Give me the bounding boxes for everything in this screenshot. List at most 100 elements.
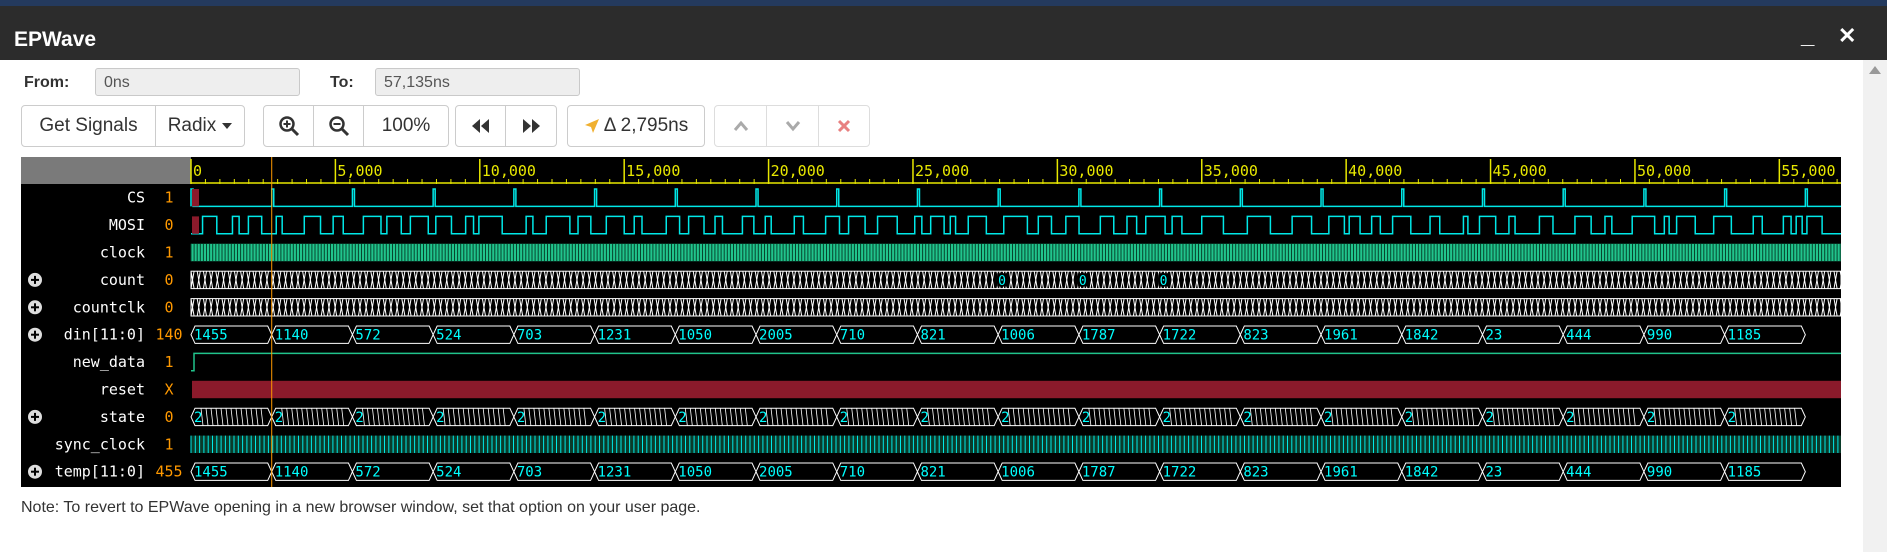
rewind-icon xyxy=(471,119,489,133)
bus-value-label: 1787 xyxy=(1082,328,1116,344)
waveform-reset[interactable] xyxy=(192,380,1841,399)
fast-forward-icon xyxy=(523,119,540,133)
bus-value-label: 703 xyxy=(517,465,542,481)
rewind-button[interactable] xyxy=(456,106,506,146)
signals-button-group: Get Signals Radix xyxy=(21,105,245,147)
bus-value-label: 1006 xyxy=(1001,328,1035,344)
count-value-label: 0 xyxy=(1079,274,1087,289)
bus-value-label: 2 xyxy=(1405,410,1413,426)
zoom-out-icon xyxy=(328,116,349,137)
bus-value-label: 1006 xyxy=(1001,465,1035,481)
bus-value-label: 2 xyxy=(436,410,444,426)
bus-value-label: 1787 xyxy=(1082,465,1116,481)
signal-name-new_data: new_data xyxy=(73,353,145,371)
bus-value-label: 1185 xyxy=(1728,328,1762,344)
fast-forward-button[interactable] xyxy=(506,106,556,146)
nav-button-group xyxy=(455,105,557,147)
zoom-button-group: 100% xyxy=(263,105,449,147)
marker-down-button[interactable] xyxy=(767,106,819,146)
count-value-label: 0 xyxy=(1160,274,1168,289)
bus-value-label: 990 xyxy=(1647,465,1672,481)
bus-value-label: 990 xyxy=(1647,328,1672,344)
time-ruler[interactable] xyxy=(191,157,1841,184)
marker-up-button[interactable] xyxy=(715,106,767,146)
bus-value-label: 572 xyxy=(355,465,380,481)
count-value-label: 0 xyxy=(998,274,1006,289)
signal-value-new_data: 1 xyxy=(164,353,173,371)
bus-value-label: 1961 xyxy=(1324,328,1358,344)
bus-value-label: 23 xyxy=(1485,465,1502,481)
bus-value-label: 2005 xyxy=(759,328,793,344)
bus-value-label: 2 xyxy=(759,410,767,426)
bus-value-label: 1050 xyxy=(678,328,712,344)
waveform-initial-x xyxy=(192,189,199,207)
bus-value-label: 2 xyxy=(1001,410,1009,426)
marker-button-group xyxy=(714,105,870,147)
zoom-out-button[interactable] xyxy=(314,106,364,146)
bus-value-label: 572 xyxy=(355,328,380,344)
signal-name-sync_clock: sync_clock xyxy=(55,435,145,453)
bus-value-label: 821 xyxy=(920,328,945,344)
ruler-tick-label: 20,000 xyxy=(771,162,825,180)
zoom-level[interactable]: 100% xyxy=(364,106,448,146)
bus-value-label: 2005 xyxy=(759,465,793,481)
bus-value-label: 2 xyxy=(194,410,202,426)
signal-value-countclk: 0 xyxy=(164,298,173,316)
to-field[interactable]: 57,135ns xyxy=(375,68,580,96)
cursor-delta-button[interactable]: Δ 2,795ns xyxy=(568,106,704,146)
from-label: From: xyxy=(24,74,70,91)
to-label: To: xyxy=(330,74,354,91)
ruler-tick-label: 0 xyxy=(193,162,202,180)
waveform-viewer[interactable]: 0 5,000 10,000 15,000 20,000 25,000 30,000 35,0… xyxy=(21,157,1841,487)
minimize-icon[interactable]: _ xyxy=(1801,24,1814,48)
bus-value-label: 1722 xyxy=(1163,328,1197,344)
ruler-tick-label: 5,000 xyxy=(337,162,382,180)
bus-value-label: 2 xyxy=(1163,410,1171,426)
signal-name-clock: clock xyxy=(100,244,145,262)
ruler-tick-label: 55,000 xyxy=(1781,162,1835,180)
bus-value-label: 2 xyxy=(1243,410,1251,426)
bus-value-label: 23 xyxy=(1485,328,1502,344)
caret-down-icon xyxy=(222,123,233,129)
vertical-scrollbar[interactable] xyxy=(1863,60,1887,552)
zoom-in-icon xyxy=(278,116,299,137)
bus-value-label: 524 xyxy=(436,328,461,344)
bus-value-label: 2 xyxy=(840,410,848,426)
signal-value-clock: 1 xyxy=(164,244,173,262)
chevron-down-icon xyxy=(785,121,800,132)
bus-value-label: 2 xyxy=(1082,410,1090,426)
ruler-gutter xyxy=(21,157,191,184)
signal-value-reset: X xyxy=(164,381,173,399)
radix-dropdown[interactable]: Radix xyxy=(156,106,244,146)
marker-delete-button[interactable] xyxy=(819,106,869,146)
ruler-tick-label: 45,000 xyxy=(1493,162,1547,180)
chevron-up-icon xyxy=(733,120,748,131)
bus-value-label: 2 xyxy=(1647,410,1655,426)
ruler-tick-label: 10,000 xyxy=(482,162,536,180)
signal-name-din110: din[11:0] xyxy=(64,326,145,344)
ruler-tick-label: 35,000 xyxy=(1204,162,1258,180)
window-title: EPWave xyxy=(14,28,97,51)
signal-value-state: 0 xyxy=(164,408,173,426)
bus-value-label: 524 xyxy=(436,465,461,481)
scroll-up-arrow[interactable] xyxy=(1869,66,1881,74)
bus-value-label: 1722 xyxy=(1163,465,1197,481)
bus-value-label: 1455 xyxy=(194,328,228,344)
close-icon[interactable]: ✕ xyxy=(1838,24,1856,48)
ruler-tick-label: 15,000 xyxy=(626,162,680,180)
bus-value-label: 1842 xyxy=(1405,465,1439,481)
bus-value-label: 2 xyxy=(1485,410,1493,426)
signal-name-CS: CS xyxy=(127,189,145,207)
zoom-in-button[interactable] xyxy=(264,106,314,146)
signal-value-count: 0 xyxy=(164,271,173,289)
bus-value-label: 2 xyxy=(920,410,928,426)
signal-value-temp110: 455 xyxy=(155,463,182,481)
signal-value-MOSI: 0 xyxy=(164,216,173,234)
ruler-tick-label: 25,000 xyxy=(915,162,969,180)
signal-value-din110: 140 xyxy=(155,326,182,344)
waveform-sync_clock[interactable] xyxy=(191,435,1841,453)
cursor-button-group: Δ 2,795ns xyxy=(567,105,705,147)
get-signals-button[interactable]: Get Signals xyxy=(22,106,156,146)
from-field[interactable]: 0ns xyxy=(95,68,300,96)
cursor-arrow-icon xyxy=(584,119,599,133)
